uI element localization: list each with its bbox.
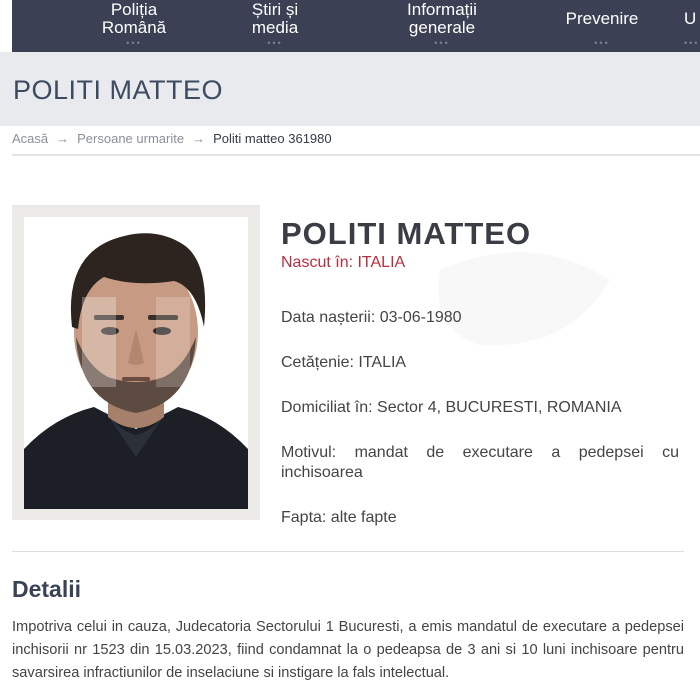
nav-dots: ••• <box>434 38 450 48</box>
details-text: Impotriva celui in cauza, Judecatoria Se… <box>12 619 684 681</box>
breadcrumb: Acasă → Persoane urmarite → Politi matteo 36… <box>12 131 332 146</box>
nav-dots: ••• <box>126 38 142 48</box>
details-heading: Detalii <box>12 576 82 602</box>
page-title: POLITI MATTEO <box>13 75 224 105</box>
breadcrumb-divider <box>12 154 700 156</box>
residence: Domiciliat în: Sector 4, BUCURESTI, ROMA… <box>281 399 622 416</box>
birth-date: Data nașterii: 03-06-1980 <box>281 309 462 326</box>
nav-label: Prevenire <box>565 9 639 28</box>
breadcrumb-home-link[interactable]: Acasă <box>12 131 48 146</box>
photo-frame <box>12 205 260 520</box>
nav-dots: ••• <box>267 38 283 48</box>
person-name: POLITI MATTEO <box>281 216 532 251</box>
breadcrumb-current: Politi matteo 361980 <box>213 131 332 146</box>
nav-label: Informații generale <box>407 0 477 37</box>
nav-label: U <box>684 9 697 28</box>
nav-dots: ••• <box>684 38 700 48</box>
warrant-reason: Motivul: mandat de executare a pedepsei … <box>281 444 679 481</box>
nav-item-politia-romana[interactable]: Poliția Română ••• <box>74 0 194 49</box>
nav-dots: ••• <box>594 38 610 48</box>
nav-label: Poliția Română <box>101 0 167 37</box>
nav-item-stiri-media[interactable]: Știri și media ••• <box>220 0 330 49</box>
nav-item-prevenire[interactable]: Prevenire ••• <box>547 9 657 49</box>
suspect-photo <box>24 217 248 509</box>
breadcrumb-arrow-icon: → <box>56 131 70 146</box>
page-title-band: POLITI MATTEO <box>0 52 700 126</box>
top-navigation: Poliția Română ••• Știri și media ••• In… <box>12 0 700 52</box>
breadcrumb-wanted-persons-link[interactable]: Persoane urmarite <box>77 131 184 146</box>
nav-item-informatii-generale[interactable]: Informații generale ••• <box>380 0 504 49</box>
section-divider <box>12 551 684 552</box>
nav-label: Știri și media <box>251 0 299 37</box>
breadcrumb-arrow-icon: → <box>192 131 206 146</box>
citizenship: Cetățenie: ITALIA <box>281 354 407 371</box>
birth-place: Nascut în: ITALIA <box>281 254 406 271</box>
nav-item-partial[interactable]: U ••• <box>684 9 700 49</box>
offense: Fapta: alte fapte <box>281 509 397 526</box>
